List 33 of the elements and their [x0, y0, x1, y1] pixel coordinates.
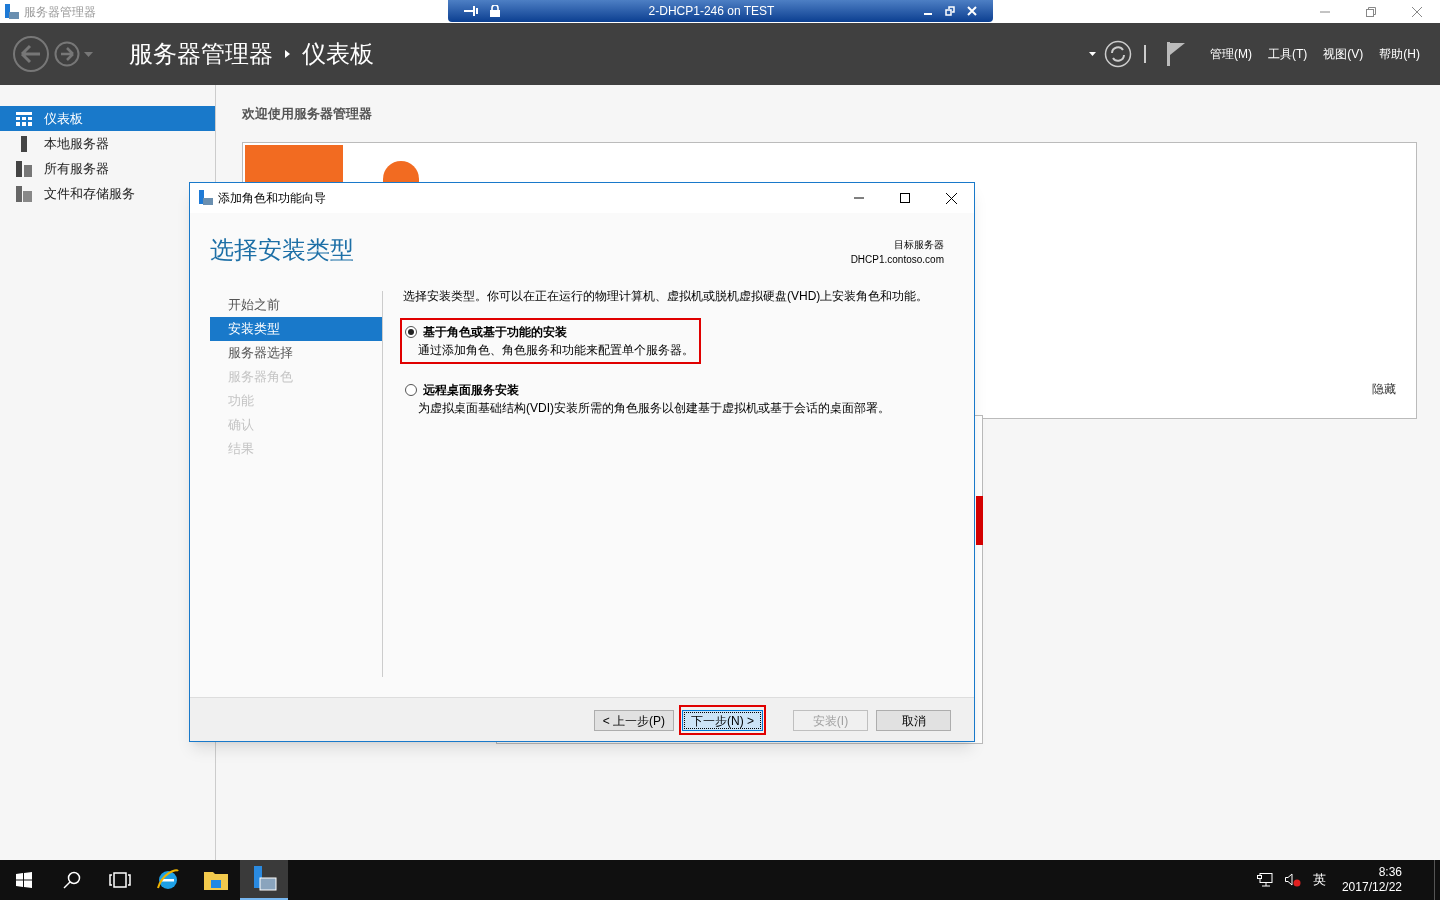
target-server-label: 目标服务器 — [894, 238, 944, 252]
sidebar-item[interactable]: 文件和存储服务 — [0, 181, 215, 206]
option-title: 基于角色或基于功能的安装 — [423, 324, 567, 341]
intro-text: 选择安装类型。你可以在正在运行的物理计算机、虚拟机或脱机虚拟硬盘(VHD)上安装角色和功能。 — [403, 288, 930, 305]
sidebar-item[interactable]: 本地服务器 — [0, 131, 215, 156]
input-language[interactable]: 英 — [1312, 870, 1326, 890]
hide-link[interactable]: 隐藏 — [1372, 379, 1396, 398]
menu-item[interactable]: 帮助(H) — [1379, 45, 1420, 63]
sidebar-item[interactable]: 仪表板 — [0, 106, 215, 131]
page-heading: 选择安装类型 — [210, 235, 354, 265]
menu-item[interactable]: 管理(M) — [1210, 45, 1252, 63]
wizard-button[interactable]: < 上一步(P) — [593, 710, 674, 731]
wizard-step[interactable]: 安装类型 — [210, 317, 382, 341]
breadcrumb-current: 仪表板 — [302, 39, 374, 69]
target-server-name: DHCP1.contoso.com — [850, 253, 944, 267]
remote-session-title: 2-DHCP1-246 on TEST — [647, 3, 776, 20]
option-description: 通过添加角色、角色服务和功能来配置单个服务器。 — [417, 342, 694, 359]
wizard-button[interactable]: 下一步(N) > — [682, 710, 763, 731]
clock[interactable]: 8:36 2017/12/22 — [1341, 865, 1402, 895]
welcome-heading: 欢迎使用服务器管理器 — [242, 105, 373, 123]
option-description: 为虚拟桌面基础结构(VDI)安装所需的角色服务以创建基于虚拟机或基于会话的桌面部署。 — [417, 400, 890, 417]
menu-item[interactable]: 视图(V) — [1323, 45, 1364, 63]
dialog-title: 添加角色和功能向导 — [218, 190, 326, 207]
menu-item[interactable]: 工具(T) — [1268, 45, 1308, 63]
wizard-button[interactable]: 取消 — [876, 710, 951, 731]
window-title: 服务器管理器 — [24, 3, 96, 21]
install-option[interactable]: 基于角色或基于功能的安装 通过添加角色、角色服务和功能来配置单个服务器。 — [400, 318, 701, 364]
install-option[interactable]: 远程桌面服务安装 为虚拟桌面基础结构(VDI)安装所需的角色服务以创建基于虚拟机或基于会话的桌面部署。 — [400, 376, 897, 422]
option-title: 远程桌面服务安装 — [423, 382, 519, 399]
breadcrumb-root[interactable]: 服务器管理器 — [129, 36, 273, 72]
wizard-step[interactable]: 服务器选择 — [210, 341, 382, 365]
wizard-step[interactable]: 开始之前 — [210, 293, 382, 317]
sidebar-item[interactable]: 所有服务器 — [0, 156, 215, 181]
